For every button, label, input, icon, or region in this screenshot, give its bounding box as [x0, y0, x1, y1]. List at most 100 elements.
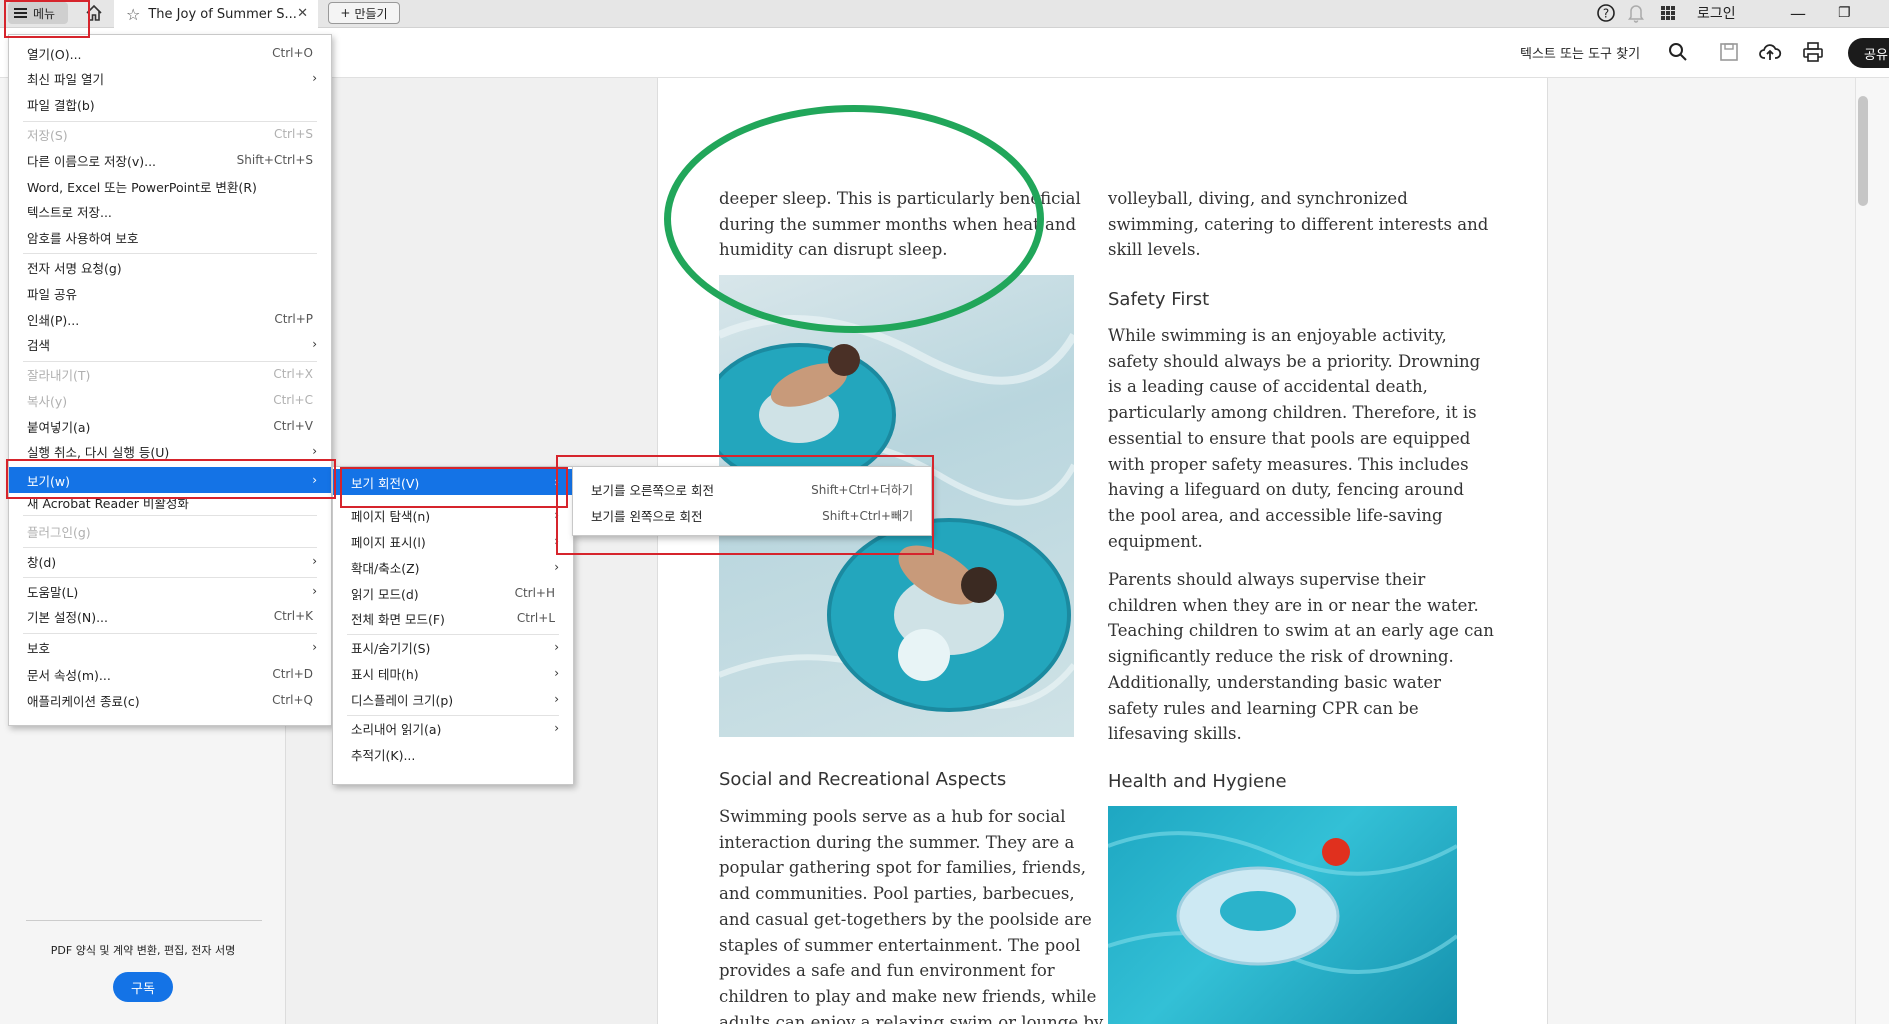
text-line: and communities. Pool parties, barbecues…	[719, 884, 1075, 904]
minimize-icon[interactable]: —	[1790, 2, 1806, 24]
menu-item-recent-files[interactable]: 최신 파일 열기 ›	[9, 66, 331, 90]
text-line: provides a safe and fun environment for	[719, 961, 1055, 981]
menu-separator	[23, 515, 317, 516]
menu-separator	[23, 547, 317, 548]
text-line: skill levels.	[1108, 240, 1201, 260]
restore-window-icon[interactable]: ❐	[1838, 2, 1851, 24]
notification-bell-icon[interactable]	[1626, 2, 1646, 24]
menu-item-help[interactable]: 도움말(L) ›	[9, 579, 331, 603]
text-line: popular gathering spot for families, fri…	[719, 858, 1087, 878]
menu-item-protection[interactable]: 보호 ›	[9, 635, 331, 659]
text-line: volleyball, diving, and synchronized	[1108, 189, 1408, 208]
text-line: the pool area, and accessible life-savin…	[1108, 505, 1443, 525]
menu-item-print[interactable]: 인쇄(P)... Ctrl+P	[9, 307, 331, 331]
save-icon[interactable]	[1717, 40, 1741, 64]
title-bar: 메뉴 ☆ The Joy of Summer S... ✕ + 만들기 ? 로그…	[0, 0, 1889, 28]
menu-item-read-aloud[interactable]: 소리내어 읽기(a) ›	[333, 716, 573, 740]
chevron-right-icon: ›	[312, 71, 317, 85]
chevron-right-icon: ›	[312, 554, 317, 568]
upload-cloud-icon[interactable]	[1758, 40, 1782, 64]
menu-item-reading-mode[interactable]: 읽기 모드(d) Ctrl+H	[333, 581, 573, 605]
highlight-box-menu	[4, 0, 90, 38]
svg-text:?: ?	[1603, 7, 1609, 21]
text-line: is a leading cause of accidental death,	[1108, 377, 1428, 397]
menu-item-save: 저장(S) Ctrl+S	[27, 127, 313, 143]
menu-item-open[interactable]: 열기(O)... Ctrl+O	[9, 41, 331, 65]
menu-item-display-theme[interactable]: 표시 테마(h) ›	[333, 661, 573, 685]
menu-item-paste[interactable]: 붙여넣기(a) Ctrl+V	[9, 414, 331, 438]
document-gutter	[1548, 78, 1855, 1024]
chevron-right-icon: ›	[312, 444, 317, 458]
text-line: and casual get-togethers by the poolside…	[719, 909, 1092, 929]
menu-item-copy: 복사(y) Ctrl+C	[27, 393, 313, 409]
menu-item-protect-password[interactable]: 암호를 사용하여 보호	[9, 225, 331, 249]
chevron-right-icon: ›	[312, 584, 317, 598]
green-annotation-ellipse	[664, 105, 1044, 333]
chevron-right-icon: ›	[554, 666, 559, 680]
text-line: staples of summer entertainment. The poo…	[719, 935, 1081, 955]
menu-item-search[interactable]: 검색 ›	[9, 332, 331, 356]
menu-item-cut: 잘라내기(T) Ctrl+X	[27, 367, 313, 383]
create-button[interactable]: + 만들기	[328, 2, 400, 24]
col2-para2: While swimming is an enjoyable activity,…	[1108, 323, 1480, 554]
text-line: adults can enjoy a relaxing swim or loun…	[719, 1012, 1104, 1024]
share-button[interactable]: 공유	[1848, 38, 1889, 68]
tab-title: The Joy of Summer S...	[148, 6, 297, 22]
menu-separator	[23, 577, 317, 578]
text-line: children when they are in or near the wa…	[1108, 595, 1479, 615]
text-line: Swimming pools serve as a hub for social	[719, 807, 1066, 826]
text-line: having a lifeguard on duty, fencing arou…	[1108, 480, 1464, 500]
menu-item-page-display[interactable]: 페이지 표시(l) ›	[333, 529, 573, 553]
menu-item-save-as[interactable]: 다른 이름으로 저장(v)... Shift+Ctrl+S	[9, 148, 331, 172]
chevron-right-icon: ›	[554, 692, 559, 706]
apps-grid-icon[interactable]	[1658, 2, 1678, 24]
menu-item-plugins: 플러그인(g)	[27, 524, 91, 540]
plus-icon: +	[340, 6, 351, 20]
col1-para2: Swimming pools serve as a hub for social…	[719, 804, 1103, 1024]
chevron-right-icon: ›	[554, 560, 559, 574]
menu-item-show-hide[interactable]: 표시/숨기기(S) ›	[333, 635, 573, 659]
text-line: children to play and make new friends, w…	[719, 986, 1097, 1006]
menu-item-window[interactable]: 창(d) ›	[9, 549, 331, 573]
col2-para1: volleyball, diving, and synchronized swi…	[1108, 186, 1488, 263]
document-tab[interactable]: ☆ The Joy of Summer S... ✕	[114, 0, 318, 28]
print-icon[interactable]	[1801, 40, 1825, 64]
menu-item-document-properties[interactable]: 문서 속성(m)... Ctrl+D	[9, 662, 331, 686]
subscribe-button[interactable]: 구독	[113, 972, 173, 1002]
find-tools-label[interactable]: 텍스트 또는 도구 찾기	[1520, 43, 1640, 62]
highlight-box-view	[6, 459, 336, 499]
help-icon[interactable]: ?	[1595, 2, 1617, 24]
menu-item-exit[interactable]: 애플리케이션 종료(c) Ctrl+Q	[9, 688, 331, 712]
text-line: Parents should always supervise their	[1108, 570, 1426, 589]
menu-item-combine-files[interactable]: 파일 결합(b)	[9, 92, 331, 116]
menu-item-tracker[interactable]: 추적기(K)...	[333, 742, 573, 766]
text-line: While swimming is an enjoyable activity,	[1108, 326, 1447, 345]
vertical-scrollbar[interactable]	[1855, 78, 1889, 1024]
star-icon[interactable]: ☆	[126, 5, 140, 24]
scrollbar-thumb[interactable]	[1858, 96, 1868, 206]
menu-item-convert-office[interactable]: Word, Excel 또는 PowerPoint로 변환(R)	[9, 174, 331, 198]
menu-item-preferences[interactable]: 기본 설정(N)... Ctrl+K	[9, 604, 331, 628]
text-line: interaction during the summer. They are …	[719, 832, 1075, 852]
text-line: with proper safety measures. This includ…	[1108, 454, 1469, 474]
pool-ring-photo	[1108, 806, 1457, 1024]
create-button-label: 만들기	[354, 6, 388, 21]
section-heading: Health and Hygiene	[1108, 771, 1287, 792]
col2-para3: Parents should always supervise their ch…	[1108, 567, 1494, 747]
login-button[interactable]: 로그인	[1697, 2, 1736, 24]
text-line: particularly among children. Therefore, …	[1108, 403, 1477, 423]
text-line: essential to ensure that pools are equip…	[1108, 428, 1471, 448]
menu-separator	[23, 633, 317, 634]
menu-item-display-size[interactable]: 디스플레이 크기(p) ›	[333, 687, 573, 711]
section-heading: Safety First	[1108, 289, 1210, 310]
text-line: Teaching children to swim at an early ag…	[1108, 621, 1494, 641]
search-icon[interactable]	[1666, 40, 1690, 64]
menu-item-save-as-text[interactable]: 텍스트로 저장...	[9, 199, 331, 223]
menu-item-full-screen[interactable]: 전체 화면 모드(F) Ctrl+L	[333, 606, 573, 630]
menu-item-request-signature[interactable]: 전자 서명 요청(g)	[9, 255, 331, 279]
menu-item-share-file[interactable]: 파일 공유	[9, 281, 331, 305]
chevron-right-icon: ›	[554, 640, 559, 654]
close-tab-icon[interactable]: ✕	[297, 6, 308, 21]
menu-item-zoom[interactable]: 확대/축소(Z) ›	[333, 555, 573, 579]
highlight-box-rotate-view	[340, 467, 568, 508]
